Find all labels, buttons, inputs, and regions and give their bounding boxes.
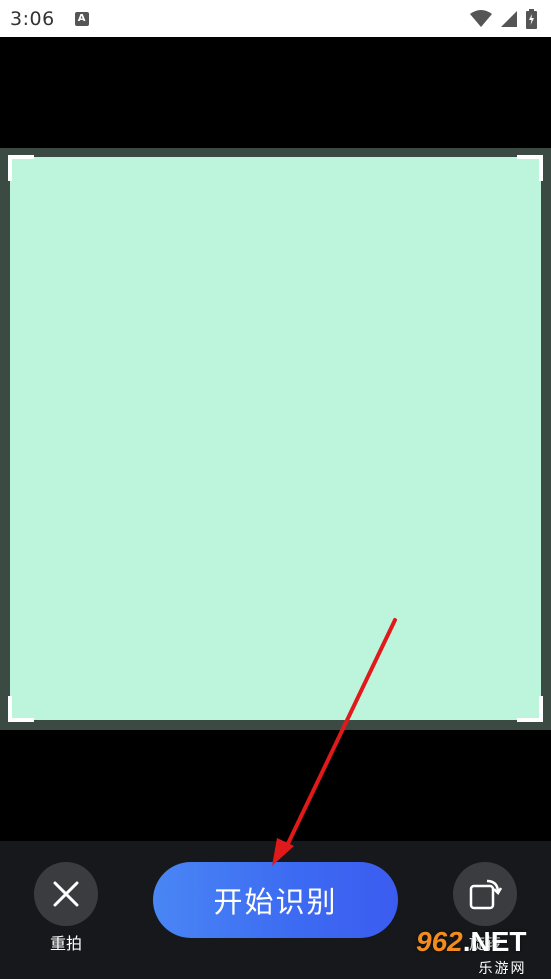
crop-corner-bottom-right[interactable] bbox=[517, 696, 543, 722]
close-icon bbox=[53, 881, 79, 907]
start-recognition-button[interactable]: 开始识别 bbox=[153, 862, 398, 938]
signal-icon bbox=[501, 10, 517, 27]
status-bar: 3:06 A bbox=[0, 0, 551, 37]
watermark: 962.NET 乐游网 bbox=[416, 928, 527, 978]
wifi-icon bbox=[470, 9, 492, 27]
crop-corner-bottom-left[interactable] bbox=[8, 696, 34, 722]
rotate-icon bbox=[469, 879, 503, 910]
watermark-site: 乐游网 bbox=[478, 961, 527, 977]
crop-corner-top-left[interactable] bbox=[8, 155, 34, 181]
crop-corner-top-right[interactable] bbox=[517, 155, 543, 181]
notification-icon: A bbox=[74, 11, 89, 26]
retake-button[interactable] bbox=[34, 862, 98, 926]
captured-photo bbox=[10, 157, 541, 720]
status-time: 3:06 bbox=[10, 7, 55, 30]
battery-icon bbox=[526, 8, 537, 29]
status-icons bbox=[470, 8, 537, 29]
rotate-button[interactable] bbox=[453, 862, 517, 926]
retake-label: 重拍 bbox=[49, 934, 82, 953]
watermark-logo: 962.NET bbox=[416, 926, 527, 957]
